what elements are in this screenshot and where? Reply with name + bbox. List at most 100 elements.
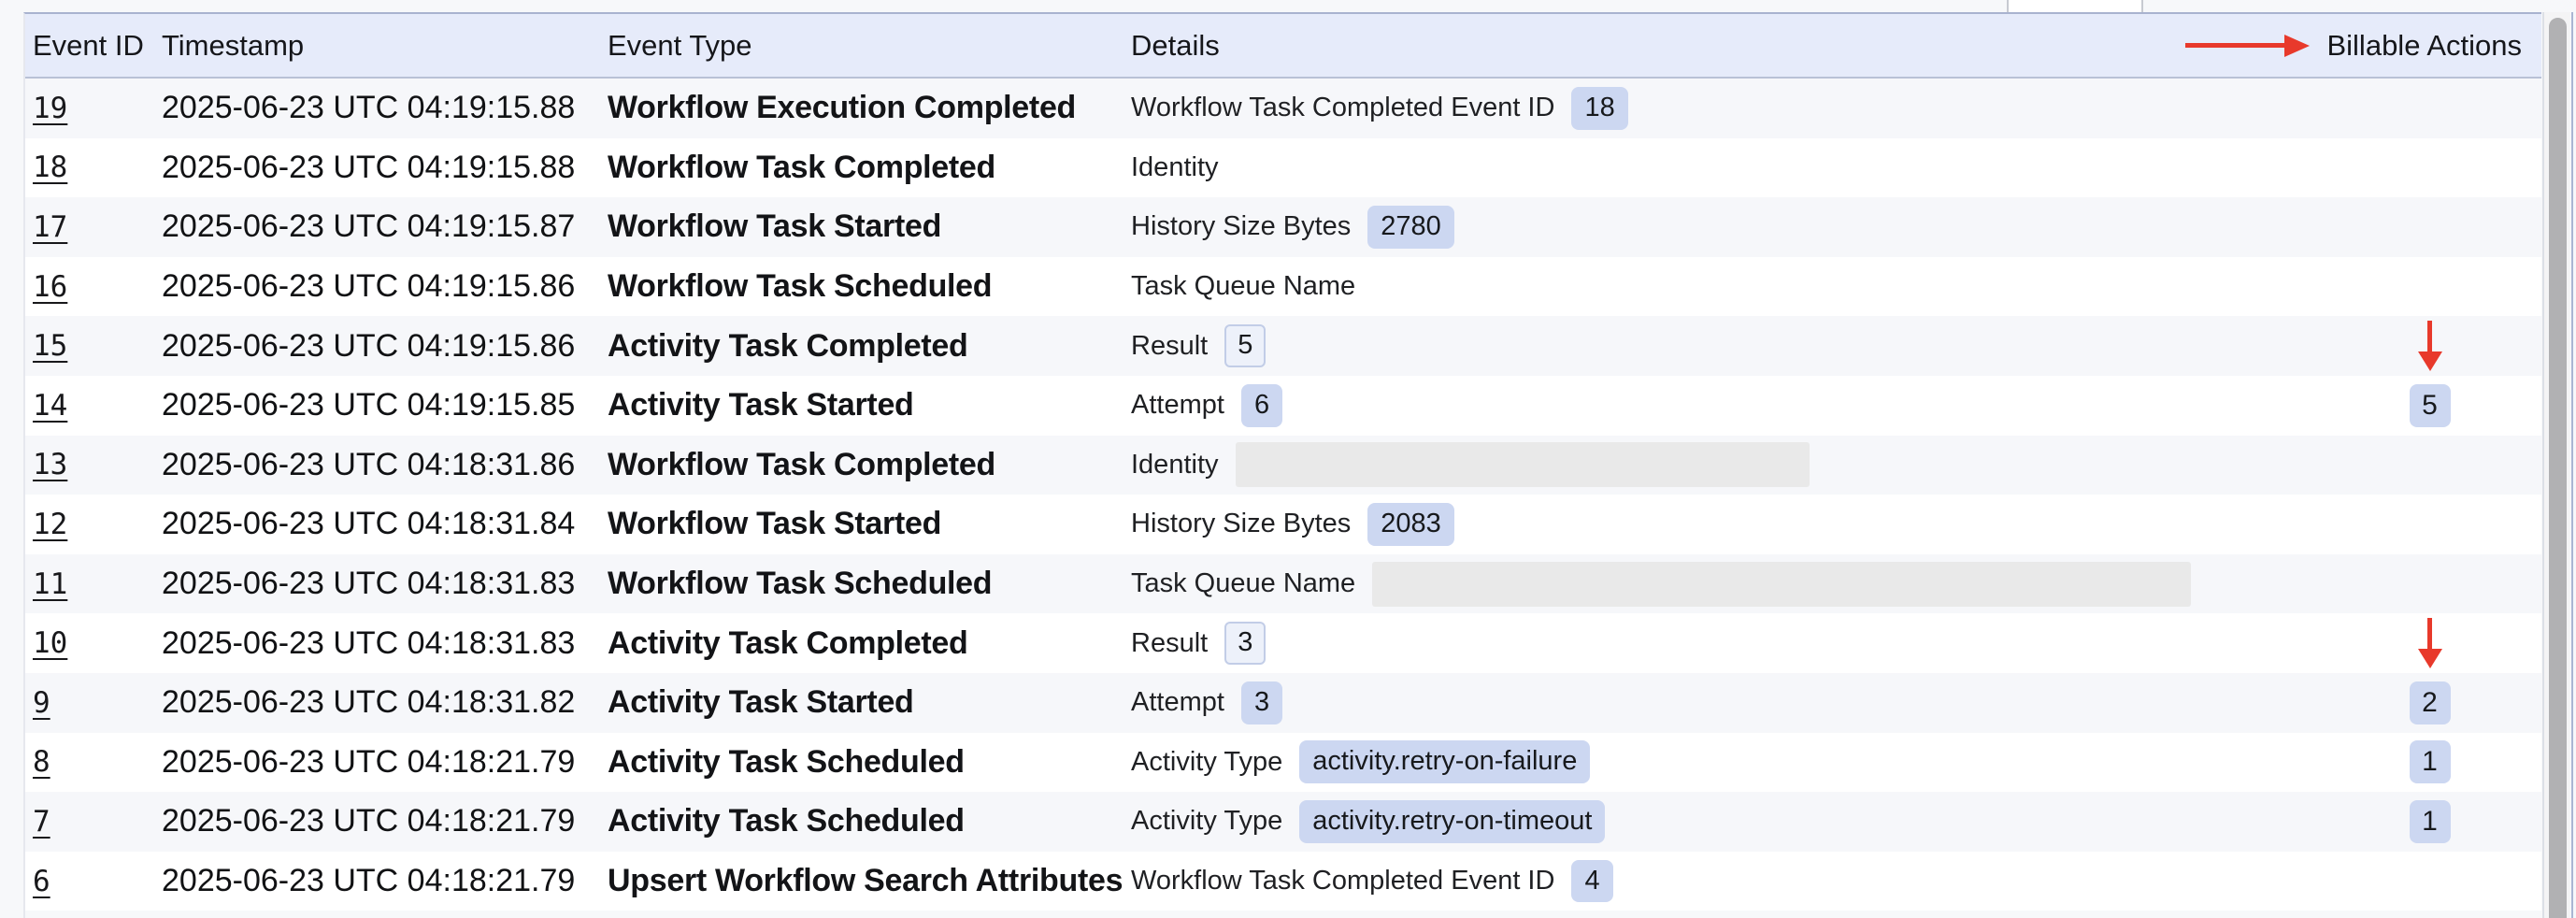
column-header-event-id[interactable]: Event ID — [25, 29, 162, 63]
detail-label: Identity — [1131, 152, 1219, 183]
event-timestamp: 2025-06-23 UTC 04:19:15.88 — [162, 150, 608, 186]
detail-label: Activity Type — [1131, 806, 1282, 837]
table-row[interactable]: 10 2025-06-23 UTC 04:18:31.83 Activity T… — [25, 613, 2541, 673]
detail-label: Task Queue Name — [1131, 568, 1355, 599]
event-timestamp: 2025-06-23 UTC 04:18:21.79 — [162, 803, 608, 839]
event-type: Workflow Execution Completed — [608, 90, 1131, 126]
event-timestamp: 2025-06-23 UTC 04:19:15.86 — [162, 268, 608, 305]
event-timestamp: 2025-06-23 UTC 04:18:31.86 — [162, 447, 608, 483]
table-row[interactable]: 18 2025-06-23 UTC 04:19:15.88 Workflow T… — [25, 138, 2541, 198]
event-timestamp: 2025-06-23 UTC 04:19:15.88 — [162, 90, 608, 126]
detail-value-badge: activity.retry-on-failure — [1299, 740, 1590, 783]
billable-actions-badge: 1 — [2410, 740, 2451, 783]
red-right-arrow-icon — [2185, 35, 2310, 57]
billable-actions-badge: 1 — [2410, 800, 2451, 843]
detail-label: Attempt — [1131, 687, 1224, 718]
event-id-link[interactable]: 17 — [33, 210, 67, 244]
table-row[interactable]: 19 2025-06-23 UTC 04:19:15.88 Workflow E… — [25, 79, 2541, 138]
red-down-arrow-icon — [2418, 618, 2442, 668]
event-id-link[interactable]: 19 — [33, 92, 67, 125]
table-row[interactable]: 13 2025-06-23 UTC 04:18:31.86 Workflow T… — [25, 436, 2541, 495]
panel-edge-divider — [2571, 12, 2573, 918]
detail-value-badge: 4 — [1571, 860, 1612, 903]
billable-actions-badge: 2 — [2410, 681, 2451, 724]
detail-label: Attempt — [1131, 390, 1224, 421]
event-id-link[interactable]: 8 — [33, 745, 50, 779]
table-row[interactable]: 15 2025-06-23 UTC 04:19:15.86 Activity T… — [25, 316, 2541, 376]
event-timestamp: 2025-06-23 UTC 04:18:21.79 — [162, 744, 608, 781]
detail-value-badge — [1236, 442, 1810, 487]
table-row[interactable]: 11 2025-06-23 UTC 04:18:31.83 Workflow T… — [25, 554, 2541, 614]
event-type: Workflow Task Completed — [608, 447, 1131, 483]
event-type: Workflow Task Completed — [608, 150, 1131, 186]
detail-label: History Size Bytes — [1131, 211, 1351, 242]
event-timestamp: 2025-06-23 UTC 04:18:31.83 — [162, 625, 608, 662]
table-row[interactable]: 7 2025-06-23 UTC 04:18:21.79 Activity Ta… — [25, 792, 2541, 852]
detail-label: Workflow Task Completed Event ID — [1131, 93, 1554, 123]
vertical-scrollbar-thumb[interactable] — [2549, 18, 2567, 918]
truncated-top-control[interactable] — [2007, 0, 2143, 12]
table-row[interactable]: 17 2025-06-23 UTC 04:19:15.87 Workflow T… — [25, 197, 2541, 257]
event-history-table: Event ID Timestamp Event Type Details Bi… — [23, 12, 2541, 918]
red-down-arrow-icon — [2418, 321, 2442, 371]
event-timestamp: 2025-06-23 UTC 04:19:15.87 — [162, 208, 608, 245]
event-type: Upsert Workflow Search Attributes — [608, 863, 1131, 899]
vertical-scrollbar[interactable] — [2542, 12, 2570, 918]
event-timestamp: 2025-06-23 UTC 04:18:31.83 — [162, 566, 608, 602]
table-body: 19 2025-06-23 UTC 04:19:15.88 Workflow E… — [25, 79, 2541, 911]
detail-label: Identity — [1131, 450, 1219, 481]
event-id-link[interactable]: 10 — [33, 626, 67, 660]
detail-value-badge: 5 — [1224, 324, 1266, 367]
column-header-details[interactable]: Details — [1131, 29, 2185, 63]
detail-value-badge: 3 — [1241, 681, 1282, 724]
table-row[interactable]: 9 2025-06-23 UTC 04:18:31.82 Activity Ta… — [25, 673, 2541, 733]
table-row[interactable]: 6 2025-06-23 UTC 04:18:21.79 Upsert Work… — [25, 852, 2541, 911]
event-type: Workflow Task Started — [608, 506, 1131, 542]
detail-label: Result — [1131, 628, 1208, 659]
event-id-link[interactable]: 15 — [33, 329, 67, 363]
detail-value-badge: activity.retry-on-timeout — [1299, 800, 1605, 843]
table-header-row: Event ID Timestamp Event Type Details Bi… — [25, 14, 2541, 79]
event-id-link[interactable]: 11 — [33, 567, 67, 601]
event-type: Workflow Task Started — [608, 208, 1131, 245]
detail-label: Activity Type — [1131, 747, 1282, 778]
event-type: Activity Task Completed — [608, 625, 1131, 662]
event-id-link[interactable]: 7 — [33, 805, 50, 839]
column-header-timestamp[interactable]: Timestamp — [162, 29, 608, 63]
event-timestamp: 2025-06-23 UTC 04:19:15.86 — [162, 328, 608, 365]
detail-label: Result — [1131, 331, 1208, 362]
column-header-event-type[interactable]: Event Type — [608, 29, 1131, 63]
event-timestamp: 2025-06-23 UTC 04:18:31.84 — [162, 506, 608, 542]
detail-label: Workflow Task Completed Event ID — [1131, 866, 1554, 896]
event-id-link[interactable]: 16 — [33, 270, 67, 304]
detail-label: History Size Bytes — [1131, 509, 1351, 539]
detail-value-badge: 18 — [1571, 87, 1627, 130]
detail-value-badge: 3 — [1224, 622, 1266, 665]
detail-value-badge: 6 — [1241, 384, 1282, 427]
table-row[interactable]: 12 2025-06-23 UTC 04:18:31.84 Workflow T… — [25, 495, 2541, 554]
event-type: Workflow Task Scheduled — [608, 566, 1131, 602]
event-timestamp: 2025-06-23 UTC 04:19:15.85 — [162, 387, 608, 423]
table-row[interactable]: 14 2025-06-23 UTC 04:19:15.85 Activity T… — [25, 376, 2541, 436]
detail-value-badge: 2083 — [1367, 503, 1454, 546]
event-id-link[interactable]: 18 — [33, 151, 67, 184]
event-timestamp: 2025-06-23 UTC 04:18:21.79 — [162, 863, 608, 899]
event-type: Workflow Task Scheduled — [608, 268, 1131, 305]
table-row[interactable]: 16 2025-06-23 UTC 04:19:15.86 Workflow T… — [25, 257, 2541, 317]
column-header-billable-actions[interactable]: Billable Actions — [2326, 29, 2522, 63]
event-id-link[interactable]: 14 — [33, 389, 67, 423]
event-type: Activity Task Scheduled — [608, 744, 1131, 781]
detail-label: Task Queue Name — [1131, 271, 1355, 302]
event-id-link[interactable]: 9 — [33, 686, 50, 720]
table-row[interactable]: 8 2025-06-23 UTC 04:18:21.79 Activity Ta… — [25, 733, 2541, 793]
event-type: Activity Task Started — [608, 387, 1131, 423]
event-id-link[interactable]: 13 — [33, 448, 67, 481]
detail-value-badge: 2780 — [1367, 206, 1454, 249]
event-id-link[interactable]: 12 — [33, 508, 67, 541]
event-type: Activity Task Scheduled — [608, 803, 1131, 839]
event-timestamp: 2025-06-23 UTC 04:18:31.82 — [162, 684, 608, 721]
detail-value-badge — [1372, 562, 2191, 607]
event-type: Activity Task Completed — [608, 328, 1131, 365]
event-type: Activity Task Started — [608, 684, 1131, 721]
event-id-link[interactable]: 6 — [33, 865, 50, 898]
